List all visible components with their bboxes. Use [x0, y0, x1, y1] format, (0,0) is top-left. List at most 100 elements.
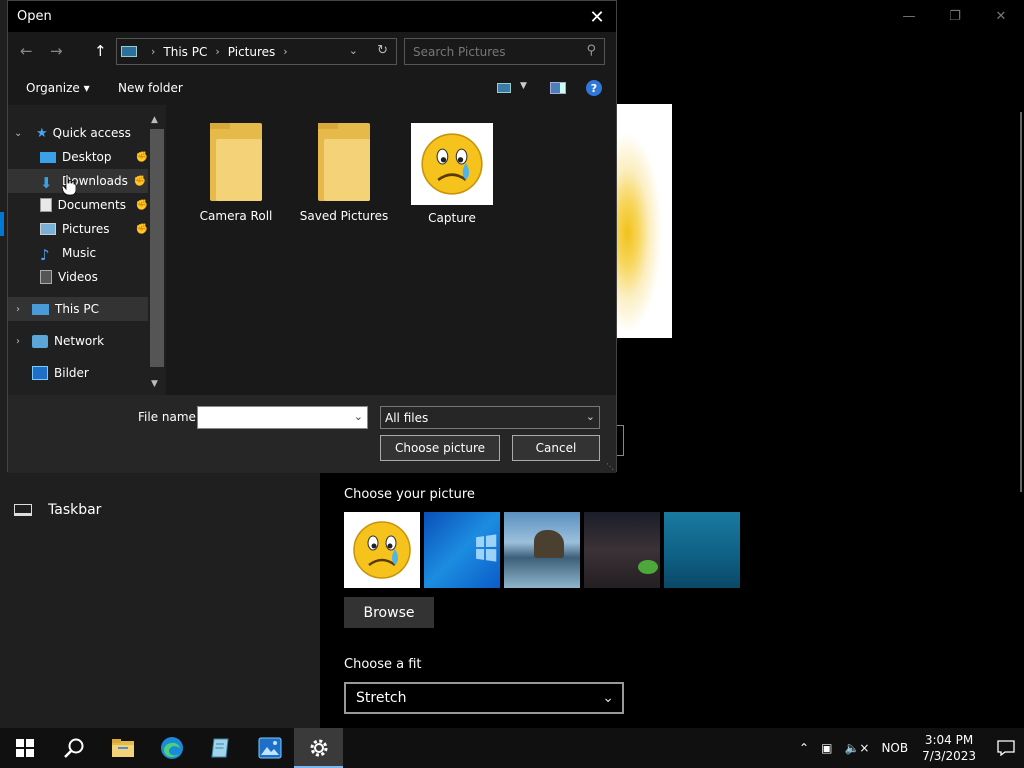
- fit-dropdown[interactable]: Stretch ⌄: [344, 682, 624, 714]
- resize-grip-icon[interactable]: ⋱: [606, 462, 614, 471]
- close-icon[interactable]: ✕: [978, 0, 1024, 32]
- nav-item-documents-label: Documents: [57, 198, 126, 212]
- notepad-button[interactable]: [196, 728, 245, 768]
- breadcrumb-pictures[interactable]: Pictures: [228, 45, 276, 59]
- picture-thumb-capture[interactable]: [344, 512, 420, 588]
- pin-icon[interactable]: ✊: [136, 224, 148, 235]
- up-arrow-icon[interactable]: ↑: [94, 42, 107, 60]
- picture-thumb-underwater[interactable]: [664, 512, 740, 588]
- file-item-camera-roll[interactable]: Camera Roll: [186, 123, 286, 223]
- nav-item-music[interactable]: ♪ Music: [8, 241, 126, 265]
- help-icon[interactable]: ?: [586, 80, 602, 96]
- scroll-up-icon[interactable]: ▲: [151, 115, 158, 125]
- breadcrumb-this-pc[interactable]: This PC: [163, 45, 207, 59]
- back-arrow-icon[interactable]: ←: [20, 42, 33, 60]
- scroll-thumb[interactable]: [150, 129, 164, 367]
- volume-muted-icon[interactable]: 🔈×: [844, 741, 869, 755]
- forward-arrow-icon[interactable]: →: [50, 42, 63, 60]
- nav-item-desktop[interactable]: Desktop ✊: [8, 145, 148, 169]
- file-name-input[interactable]: ⌄: [197, 406, 368, 429]
- background-preview: [616, 104, 672, 338]
- nav-bilder[interactable]: Bilder: [8, 361, 148, 385]
- nav-item-videos-label: Videos: [58, 270, 98, 284]
- nav-item-downloads[interactable]: ⬇ Downloads ✊: [8, 169, 148, 193]
- choose-picture-button[interactable]: Choose picture: [380, 435, 500, 461]
- gear-icon: [310, 739, 327, 757]
- open-dialog: Open ✕ ← → ↑ › This PC › Pictures › ⌄ ↻ …: [7, 0, 617, 473]
- dialog-close-icon[interactable]: ✕: [584, 4, 610, 30]
- picture-thumb-beach[interactable]: [504, 512, 580, 588]
- chevron-right-icon: ›: [283, 45, 288, 58]
- nav-network[interactable]: › Network: [8, 329, 148, 353]
- refresh-icon[interactable]: ↻: [377, 43, 388, 58]
- windows-logo-icon: [476, 534, 497, 562]
- settings-button[interactable]: [294, 728, 343, 768]
- view-options-icon[interactable]: [497, 83, 511, 93]
- notepad-icon: [210, 738, 229, 758]
- network-icon[interactable]: ▣: [821, 741, 832, 755]
- edge-browser-icon: [160, 737, 183, 759]
- file-explorer-button[interactable]: [98, 728, 147, 768]
- photos-button[interactable]: [245, 728, 294, 768]
- folder-icon: [316, 123, 372, 203]
- settings-scrollbar[interactable]: [1020, 112, 1022, 492]
- picture-thumb-night[interactable]: [584, 512, 660, 588]
- pin-icon[interactable]: ✊: [136, 200, 148, 211]
- new-folder-button[interactable]: New folder: [118, 81, 183, 95]
- chevron-down-icon[interactable]: ⌄: [349, 44, 358, 57]
- search-input[interactable]: Search Pictures ⚲: [404, 38, 605, 65]
- picture-thumb-windows[interactable]: [424, 512, 500, 588]
- restore-icon[interactable]: ❐: [932, 0, 978, 32]
- organize-label: Organize: [26, 81, 80, 95]
- edge-button[interactable]: [147, 728, 196, 768]
- chevron-down-icon[interactable]: ⌄: [354, 410, 363, 423]
- file-name-label: File name:: [138, 410, 200, 424]
- file-name: Capture: [428, 211, 476, 225]
- clock[interactable]: 3:04 PM 7/3/2023: [922, 732, 976, 764]
- this-pc-icon: [121, 46, 137, 57]
- chevron-down-icon[interactable]: ⌄: [14, 128, 22, 139]
- choose-picture-label: Choose your picture: [344, 487, 475, 502]
- file-item-capture[interactable]: Capture: [402, 123, 502, 225]
- choose-fit-label: Choose a fit: [344, 657, 422, 672]
- organize-button[interactable]: Organize ▾: [26, 81, 90, 95]
- recent-pictures: [344, 512, 740, 588]
- navigation-pane: ⌄ ★ Quick access Desktop ✊ ⬇ Downloads ✊…: [8, 105, 166, 395]
- file-item-saved-pictures[interactable]: Saved Pictures: [294, 123, 394, 223]
- photos-icon: [32, 366, 48, 380]
- nav-item-taskbar[interactable]: Taskbar: [14, 502, 101, 518]
- address-bar[interactable]: › This PC › Pictures › ⌄ ↻: [116, 38, 397, 65]
- chevron-right-icon[interactable]: ›: [16, 304, 20, 315]
- scroll-down-icon[interactable]: ▼: [151, 379, 158, 389]
- nav-item-videos[interactable]: Videos: [8, 265, 126, 289]
- search-button[interactable]: [49, 728, 98, 768]
- chevron-up-icon[interactable]: ⌃: [799, 741, 809, 755]
- pin-icon[interactable]: ✊: [134, 176, 146, 187]
- nav-bilder-label: Bilder: [54, 366, 89, 380]
- nav-quick-access-label: Quick access: [52, 126, 131, 140]
- sad-face-icon: [353, 521, 411, 579]
- nav-item-documents[interactable]: Documents ✊: [8, 193, 148, 217]
- documents-icon: [40, 198, 52, 212]
- nav-item-pictures-label: Pictures: [62, 222, 110, 236]
- chevron-down-icon: ⌄: [585, 410, 595, 423]
- cancel-button[interactable]: Cancel: [512, 435, 600, 461]
- pin-icon[interactable]: ✊: [136, 152, 148, 163]
- browse-button[interactable]: Browse: [344, 597, 434, 628]
- chevron-down-icon[interactable]: ▼: [520, 81, 527, 91]
- download-icon: ⬇: [40, 174, 53, 192]
- nav-pane-scrollbar[interactable]: ▲ ▼: [148, 115, 164, 393]
- nav-network-label: Network: [54, 334, 105, 348]
- chevron-right-icon[interactable]: ›: [16, 336, 20, 347]
- notification-center-button[interactable]: [988, 728, 1024, 768]
- preview-pane-icon[interactable]: [550, 82, 566, 94]
- minimize-icon[interactable]: —: [886, 0, 932, 32]
- file-type-dropdown[interactable]: All files ⌄: [380, 406, 600, 429]
- nav-this-pc[interactable]: › This PC: [8, 297, 148, 321]
- notification-icon: [997, 740, 1015, 756]
- start-button[interactable]: [0, 728, 49, 768]
- nav-quick-access[interactable]: ⌄ ★ Quick access: [8, 121, 148, 145]
- language-indicator[interactable]: NOB: [881, 741, 908, 755]
- nav-item-pictures[interactable]: Pictures ✊: [8, 217, 148, 241]
- nav-this-pc-label: This PC: [55, 302, 99, 316]
